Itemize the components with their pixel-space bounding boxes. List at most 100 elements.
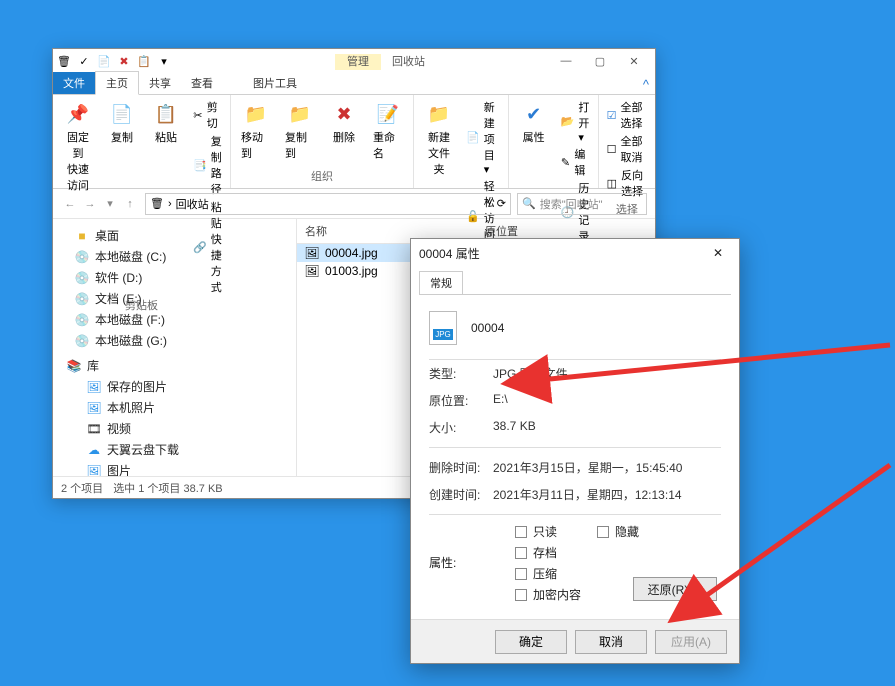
- crumb-label: 回收站: [176, 196, 209, 212]
- label-type: 类型:: [429, 365, 493, 382]
- open-button[interactable]: 📂打开 ▾: [559, 99, 592, 144]
- tree-pictures[interactable]: 🖼图片: [57, 460, 292, 476]
- chevron-down-icon[interactable]: ˅: [486, 197, 492, 210]
- copy-path-button[interactable]: 📑复制路径: [191, 133, 224, 197]
- newitem-icon: 📄: [466, 131, 480, 145]
- group-label: 组织: [237, 166, 407, 184]
- maximize-button[interactable]: ▢: [583, 50, 617, 72]
- select-none-button[interactable]: ☐全部取消: [605, 133, 649, 165]
- window-title: 回收站: [392, 56, 425, 68]
- tree-drive-g[interactable]: 💿本地磁盘 (G:): [57, 330, 292, 351]
- label-size: 大小:: [429, 419, 493, 436]
- qat-icon[interactable]: 📄: [97, 54, 111, 68]
- nav-up-button[interactable]: ↑: [121, 195, 139, 213]
- status-count: 2 个项目: [61, 480, 103, 496]
- newfolder-icon: 📁: [426, 101, 452, 127]
- pic-icon: 🖼: [87, 401, 101, 415]
- select-all-button[interactable]: ☑全部选择: [605, 99, 649, 131]
- file-name-field[interactable]: 00004: [471, 321, 504, 335]
- selectnone-icon: ☐: [607, 142, 617, 156]
- cancel-button[interactable]: 取消: [575, 630, 647, 654]
- pin-icon: 📌: [65, 101, 91, 127]
- jpg-icon: 🖼: [305, 246, 319, 260]
- qat-icon[interactable]: ✓: [77, 54, 91, 68]
- ribbon-tabs: 文件 主页 共享 查看 图片工具 ^: [53, 73, 655, 95]
- copy-icon: 📄: [109, 101, 135, 127]
- label-original-location: 原位置:: [429, 392, 493, 409]
- new-item-button[interactable]: 📄新建项目 ▾: [464, 99, 502, 176]
- pic-icon: 🖼: [87, 464, 101, 477]
- nav-tree: ■桌面 💿本地磁盘 (C:) 💿软件 (D:) 💿文档 (E:) 💿本地磁盘 (…: [53, 219, 297, 476]
- dialog-title: 00004 属性: [419, 245, 480, 262]
- ribbon-collapse-icon[interactable]: ^: [643, 77, 649, 92]
- tree-camera-roll[interactable]: 🖼本机照片: [57, 397, 292, 418]
- tree-saved-pics[interactable]: 🖼保存的图片: [57, 376, 292, 397]
- nav-back-button[interactable]: ←: [61, 195, 79, 213]
- search-placeholder: 搜索"回收站": [540, 196, 603, 212]
- tree-videos[interactable]: 🎞视频: [57, 418, 292, 439]
- tab-general[interactable]: 常规: [419, 271, 463, 294]
- tree-drive-e[interactable]: 💿文档 (E:): [57, 288, 292, 309]
- search-input[interactable]: 🔍 搜索"回收站": [517, 193, 647, 215]
- compress-checkbox[interactable]: 压缩: [515, 565, 639, 582]
- tree-drive-f[interactable]: 💿本地磁盘 (F:): [57, 309, 292, 330]
- value-delete-time: 2021年3月15日，星期一，15:45:40: [493, 459, 721, 476]
- close-button[interactable]: ✕: [617, 50, 651, 72]
- tab-view[interactable]: 查看: [181, 72, 223, 94]
- video-icon: 🎞: [87, 422, 101, 436]
- hidden-checkbox[interactable]: 隐藏: [597, 523, 639, 540]
- tree-library[interactable]: 📚库: [57, 355, 292, 376]
- value-size: 38.7 KB: [493, 419, 721, 436]
- readonly-checkbox[interactable]: 只读: [515, 523, 557, 540]
- drive-icon: 💿: [75, 250, 89, 264]
- moveto-icon: 📁: [243, 101, 269, 127]
- breadcrumb[interactable]: 🗑 › 回收站 ˅ ⟳: [145, 193, 511, 215]
- cloud-icon: ☁: [87, 443, 101, 457]
- tab-file[interactable]: 文件: [53, 72, 95, 94]
- qat-icon[interactable]: 📋: [137, 54, 151, 68]
- tab-share[interactable]: 共享: [139, 72, 181, 94]
- dialog-titlebar: 00004 属性 ✕: [411, 239, 739, 267]
- restore-button[interactable]: 还原(R): [633, 577, 717, 601]
- path-icon: 📑: [193, 158, 207, 172]
- contextual-tab-manage[interactable]: 管理: [335, 54, 381, 70]
- desktop-icon: ■: [75, 229, 89, 243]
- invert-icon: ◫: [607, 176, 617, 190]
- minimize-button[interactable]: —: [549, 50, 583, 72]
- nav-forward-button[interactable]: →: [81, 195, 99, 213]
- label-delete-time: 删除时间:: [429, 459, 493, 476]
- archive-checkbox[interactable]: 存档: [515, 544, 639, 561]
- tab-home[interactable]: 主页: [95, 71, 139, 95]
- status-selection: 选中 1 个项目 38.7 KB: [113, 480, 222, 496]
- copy-to-button[interactable]: 📁复制到: [281, 99, 319, 163]
- tree-drive-d[interactable]: 💿软件 (D:): [57, 267, 292, 288]
- quick-access-toolbar: 🗑 ✓ 📄 ✖ 📋 ▾: [57, 54, 171, 68]
- tab-picture-tools[interactable]: 图片工具: [243, 72, 307, 94]
- rename-icon: 📝: [375, 101, 401, 127]
- qat-dropdown-icon[interactable]: ▾: [157, 54, 171, 68]
- edit-icon: ✎: [561, 155, 571, 169]
- edit-button[interactable]: ✎编辑: [559, 146, 592, 178]
- value-type: JPG 图片文件: [493, 365, 721, 382]
- encrypt-checkbox[interactable]: 加密内容: [515, 586, 639, 603]
- qat-icon[interactable]: ✖: [117, 54, 131, 68]
- tree-drive-c[interactable]: 💿本地磁盘 (C:): [57, 246, 292, 267]
- open-icon: 📂: [561, 115, 575, 129]
- dialog-footer: 确定 取消 应用(A): [411, 619, 739, 663]
- tree-desktop[interactable]: ■桌面: [57, 225, 292, 246]
- refresh-icon[interactable]: ⟳: [497, 197, 506, 210]
- properties-icon: ✔: [521, 101, 547, 127]
- move-to-button[interactable]: 📁移动到: [237, 99, 275, 163]
- nav-recent-button[interactable]: ▾: [101, 195, 119, 213]
- titlebar: 🗑 ✓ 📄 ✖ 📋 ▾ 管理 回收站 — ▢ ✕: [53, 49, 655, 73]
- ok-button[interactable]: 确定: [495, 630, 567, 654]
- dialog-close-button[interactable]: ✕: [705, 242, 731, 264]
- apply-button[interactable]: 应用(A): [655, 630, 727, 654]
- cut-button[interactable]: ✂剪切: [191, 99, 224, 131]
- delete-button[interactable]: ✖删除: [325, 99, 363, 163]
- rename-button[interactable]: 📝重命名: [369, 99, 407, 163]
- tree-tianyi[interactable]: ☁天翼云盘下载: [57, 439, 292, 460]
- recycle-bin-icon: 🗑: [150, 197, 164, 210]
- app-icon: 🗑: [57, 54, 71, 68]
- drive-icon: 💿: [75, 334, 89, 348]
